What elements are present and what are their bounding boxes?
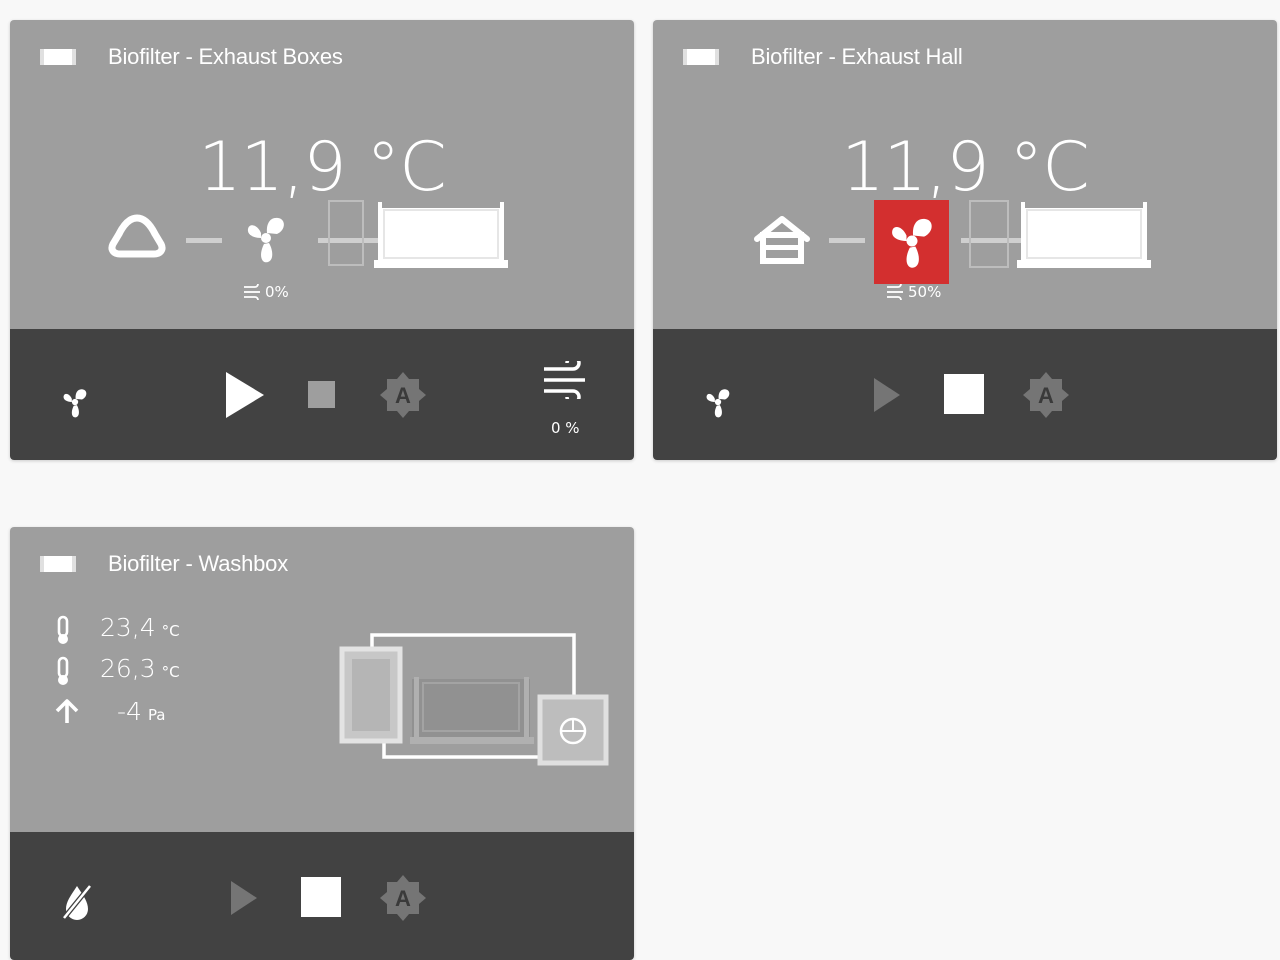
card-header: Biofilter - Exhaust Boxes [39,44,343,70]
reading-value: -4 [117,697,142,726]
temperature-value: 11,9 °C [198,128,447,207]
card-controls: A [653,329,1277,460]
biofilter-icon [683,49,719,65]
reading-value: 23,4 [100,613,156,642]
stop-button[interactable] [944,374,984,414]
temperature-value: 11,9 °C [841,128,1090,207]
auto-badge-label: A [395,383,411,408]
connector-line [829,238,865,243]
reading-unit: Pa [147,706,166,724]
fan-icon [892,218,932,268]
card-header: Biofilter - Exhaust Hall [682,44,963,70]
card-title: Biofilter - Exhaust Boxes [108,44,343,69]
home-icon [754,216,810,264]
arrow-up-icon [55,699,79,723]
card-controls: A [10,832,634,960]
thermometer-icon [57,656,69,685]
filter-box-outline [969,200,1009,268]
card-title: Biofilter - Exhaust Hall [751,44,963,69]
play-button[interactable] [224,370,266,420]
card-status-panel[interactable]: Biofilter - Exhaust Boxes 11,9 °C 0% [10,20,634,329]
airflow-icon [244,284,260,300]
biofilter-icon [40,49,76,65]
play-button[interactable] [230,880,258,916]
fan-icon[interactable] [699,383,737,421]
play-button[interactable] [873,377,901,413]
stop-button[interactable] [308,381,335,408]
card-status-panel[interactable]: Biofilter - Washbox 23,4 °C 26,3 °C -4 P… [10,527,634,832]
auto-mode-button[interactable]: A [379,371,427,419]
stop-button[interactable] [301,877,341,917]
auto-mode-button[interactable]: A [1022,371,1070,419]
airflow-icon[interactable] [543,361,589,399]
card-status-panel[interactable]: Biofilter - Exhaust Hall 11,9 °C 50% [653,20,1277,329]
card-washbox: Biofilter - Washbox 23,4 °C 26,3 °C -4 P… [10,527,634,960]
reading-row: 23,4 °C [100,613,180,642]
fan-icon [247,217,284,263]
card-exhaust-hall: Biofilter - Exhaust Hall 11,9 °C 50% A [653,20,1277,460]
card-controls: A 0 % [10,329,634,460]
reading-row: -4 Pa [117,697,166,726]
fan-icon[interactable] [56,383,94,421]
auto-badge-label: A [1038,383,1054,408]
auto-badge-label: A [395,886,411,911]
biofilter-tank-icon [1017,202,1151,268]
fan-airflow-readout: 50% [886,283,941,301]
auto-mode-button[interactable]: A [379,874,427,922]
reading-unit: °C [161,663,180,681]
card-title: Biofilter - Washbox [108,551,288,576]
filter-box-outline [328,200,364,266]
reading-row: 26,3 °C [100,654,180,683]
connector-line [186,238,222,243]
fan-airflow-readout: 0% [243,283,289,301]
biofilter-icon [40,556,76,572]
water-off-icon[interactable] [60,882,94,922]
card-header: Biofilter - Washbox [39,551,288,577]
cloud-icon [108,214,166,258]
fan-percent: 50% [908,283,942,301]
biofilter-tank-icon [374,202,508,268]
reading-unit: °C [161,622,180,640]
airflow-icon [887,284,903,300]
airflow-percent: 0 % [551,419,580,437]
thermometer-icon [57,615,69,644]
card-exhaust-boxes: Biofilter - Exhaust Boxes 11,9 °C 0% A 0… [10,20,634,460]
fan-percent: 0% [265,283,289,301]
reading-value: 26,3 [100,654,156,683]
washbox-diagram [339,633,609,766]
